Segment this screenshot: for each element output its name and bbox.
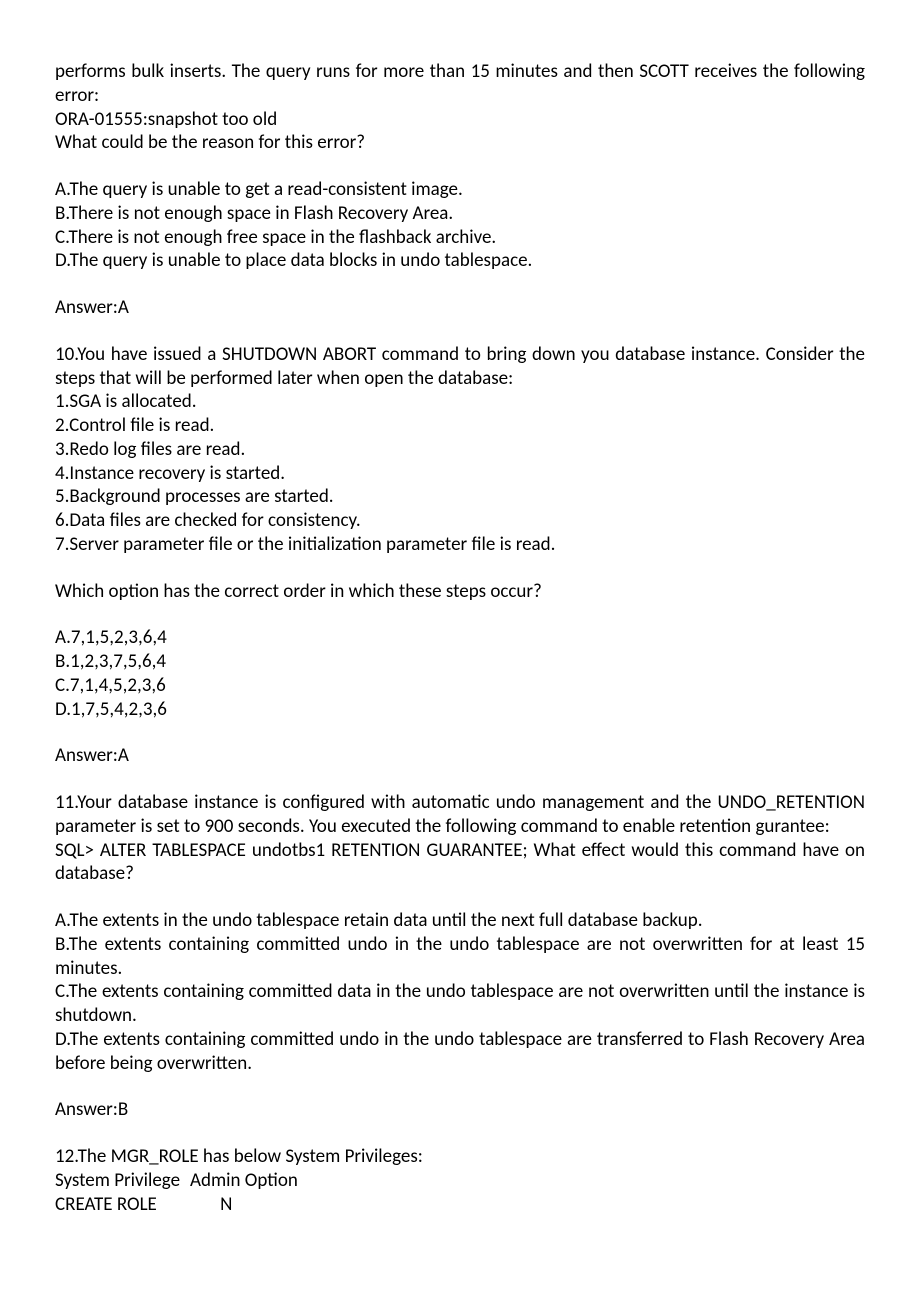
- spacer: [55, 155, 865, 178]
- q10-step-7: 7.Server parameter file or the initializ…: [55, 533, 865, 557]
- spacer: [55, 273, 865, 296]
- q10-option-a: A.7,1,5,2,3,6,4: [55, 626, 865, 650]
- spacer: [55, 768, 865, 791]
- q12-row1-col2: N: [220, 1193, 232, 1216]
- spacer: [55, 886, 865, 909]
- q12-stem: 12.The MGR_ROLE has below System Privile…: [55, 1145, 865, 1169]
- q9-answer: Answer:A: [55, 296, 865, 320]
- q11-option-c: C.The extents containing committed data …: [55, 980, 865, 1028]
- q9-option-b: B.There is not enough space in Flash Rec…: [55, 202, 865, 226]
- spacer: [55, 1075, 865, 1098]
- spacer: [55, 603, 865, 626]
- q12-header-col1: System Privilege: [55, 1169, 190, 1193]
- q10-step-5: 5.Background processes are started.: [55, 485, 865, 509]
- spacer: [55, 557, 865, 580]
- q10-prompt: Which option has the correct order in wh…: [55, 580, 865, 604]
- q9-stem-line2: ORA-01555:snapshot too old: [55, 108, 865, 132]
- q11-stem-line2: SQL> ALTER TABLESPACE undotbs1 RETENTION…: [55, 839, 865, 887]
- spacer: [55, 320, 865, 343]
- q10-step-1: 1.SGA is allocated.: [55, 390, 865, 414]
- q9-option-d: D.The query is unable to place data bloc…: [55, 249, 865, 273]
- q9-stem-line1: performs bulk inserts. The query runs fo…: [55, 60, 865, 108]
- q10-option-d: D.1,7,5,4,2,3,6: [55, 698, 865, 722]
- q10-step-3: 3.Redo log files are read.: [55, 438, 865, 462]
- q11-answer: Answer:B: [55, 1098, 865, 1122]
- q9-stem-line3: What could be the reason for this error?: [55, 131, 865, 155]
- q11-option-d: D.The extents containing committed undo …: [55, 1028, 865, 1076]
- q10-step-2: 2.Control file is read.: [55, 414, 865, 438]
- spacer: [55, 1122, 865, 1145]
- q10-stem: 10.You have issued a SHUTDOWN ABORT comm…: [55, 343, 865, 391]
- q10-answer: Answer:A: [55, 744, 865, 768]
- q12-privileges-header: System PrivilegeAdmin Option: [55, 1169, 865, 1193]
- q11-stem-line1: 11.Your database instance is configured …: [55, 791, 865, 839]
- q10-option-c: C.7,1,4,5,2,3,6: [55, 674, 865, 698]
- q12-row1-col1: CREATE ROLE: [55, 1193, 190, 1217]
- q10-step-6: 6.Data files are checked for consistency…: [55, 509, 865, 533]
- q11-option-a: A.The extents in the undo tablespace ret…: [55, 909, 865, 933]
- q11-option-b: B.The extents containing committed undo …: [55, 933, 865, 981]
- q9-option-a: A.The query is unable to get a read-cons…: [55, 178, 865, 202]
- q9-option-c: C.There is not enough free space in the …: [55, 226, 865, 250]
- q12-header-col2: Admin Option: [190, 1169, 298, 1192]
- q12-privileges-row1: CREATE ROLE N: [55, 1193, 865, 1217]
- q10-option-b: B.1,2,3,7,5,6,4: [55, 650, 865, 674]
- spacer: [55, 721, 865, 744]
- q10-step-4: 4.Instance recovery is started.: [55, 462, 865, 486]
